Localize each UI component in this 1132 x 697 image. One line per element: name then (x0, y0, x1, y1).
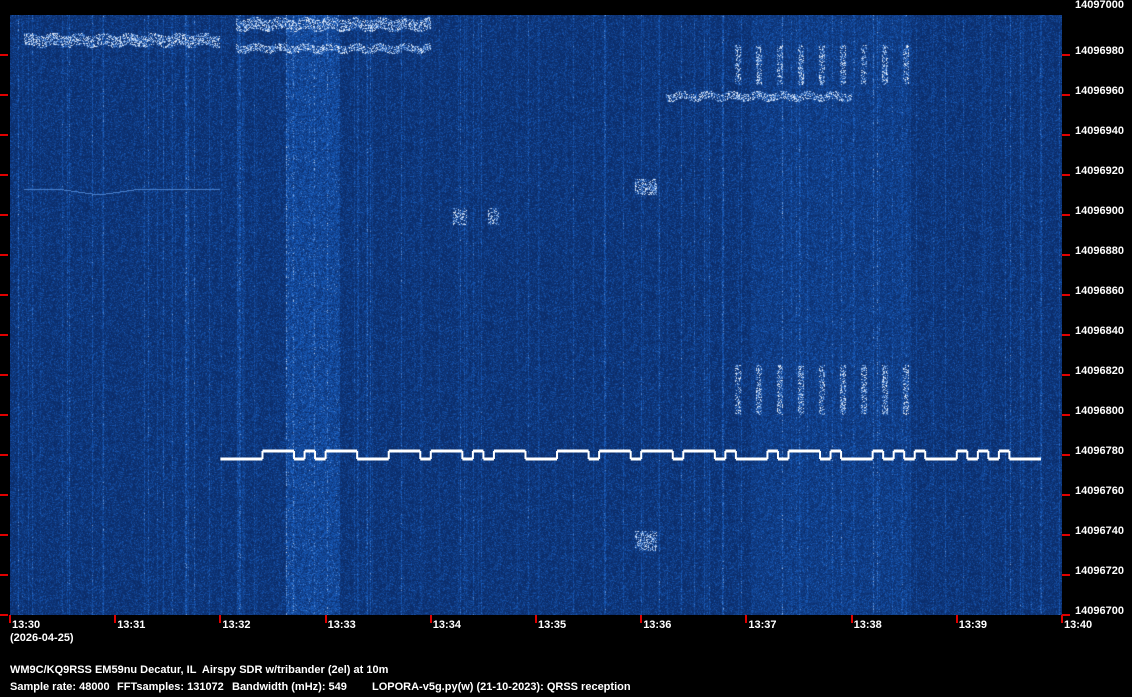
x-tick-mark (9, 615, 11, 623)
y-tick-mark (1062, 54, 1070, 56)
x-tick-label: 13:38 (853, 619, 882, 631)
y-tick-mark (1062, 254, 1070, 256)
x-tick-mark (850, 615, 853, 623)
x-tick-mark (429, 615, 432, 623)
y-tick-mark (1062, 294, 1070, 296)
x-tick-mark (114, 615, 117, 623)
x-tick-label: 13:30 (12, 619, 41, 631)
x-tick-label: 13:35 (538, 619, 567, 631)
bandwidth: Bandwidth (mHz): 549 (232, 681, 347, 693)
software-info: LOPORA-v5g.py(w) (21-10-2023): QRSS rece… (372, 681, 631, 693)
y-tick-label: 14096740 (1075, 525, 1124, 537)
x-tick-label: 13:33 (327, 619, 356, 631)
y-tick-label: 14096720 (1075, 565, 1124, 577)
y-tick-label: 14096700 (1075, 605, 1124, 617)
y-tick-mark (0, 614, 8, 616)
x-tick-label: 13:32 (222, 619, 251, 631)
y-tick-mark (1062, 534, 1070, 536)
x-tick-label: 13:31 (117, 619, 146, 631)
x-tick-label: 13:40 (1064, 619, 1093, 631)
x-tick-label: 13:37 (748, 619, 777, 631)
y-tick-mark (1062, 374, 1070, 376)
y-tick-mark (1062, 134, 1070, 136)
y-tick-mark (1062, 574, 1070, 576)
y-tick-label: 14096920 (1075, 165, 1124, 177)
waterfall-plot (10, 15, 1062, 615)
y-tick-mark (0, 254, 8, 256)
fsk-trace-layer (220, 449, 1041, 461)
y-tick-mark (0, 334, 8, 336)
y-tick-mark (0, 214, 8, 216)
y-tick-mark (1062, 494, 1070, 496)
y-tick-mark (0, 174, 8, 176)
x-tick-mark (640, 615, 643, 623)
y-tick-mark (0, 494, 8, 496)
sample-rate: Sample rate: 48000 (10, 681, 110, 693)
x-tick-mark (1061, 615, 1063, 623)
y-tick-mark (1062, 214, 1070, 216)
y-tick-mark (1062, 614, 1070, 616)
date-label: (2026-04-25) (10, 632, 74, 644)
y-tick-mark (1062, 174, 1070, 176)
y-tick-label: 14096840 (1075, 325, 1124, 337)
y-tick-label: 14096820 (1075, 365, 1124, 377)
y-tick-mark (1062, 454, 1070, 456)
y-tick-label: 14096900 (1075, 205, 1124, 217)
x-tick-label: 13:34 (432, 619, 461, 631)
y-tick-mark (0, 374, 8, 376)
x-tick-label: 13:39 (958, 619, 987, 631)
x-tick-label: 13:36 (643, 619, 672, 631)
y-tick-mark (0, 414, 8, 416)
x-tick-mark (745, 615, 748, 623)
y-tick-mark (1062, 414, 1070, 416)
fft-samples: FFTsamples: 131072 (117, 681, 224, 693)
x-tick-mark (955, 615, 958, 623)
y-tick-label: 14096780 (1075, 445, 1124, 457)
y-tick-label: 14096940 (1075, 125, 1124, 137)
y-tick-mark (0, 454, 8, 456)
y-tick-mark (1062, 94, 1070, 96)
y-tick-label: 14096980 (1075, 45, 1124, 57)
y-tick-label: 14097000 (1075, 0, 1124, 11)
y-tick-mark (0, 574, 8, 576)
x-tick-mark (324, 615, 327, 623)
y-tick-mark (1062, 334, 1070, 336)
x-tick-mark (219, 615, 222, 623)
y-tick-mark (0, 94, 8, 96)
y-tick-label: 14096860 (1075, 285, 1124, 297)
y-tick-mark (0, 534, 8, 536)
y-tick-mark (0, 54, 8, 56)
y-tick-label: 14096800 (1075, 405, 1124, 417)
y-tick-label: 14096880 (1075, 245, 1124, 257)
x-tick-mark (535, 615, 537, 623)
y-tick-mark (0, 294, 8, 296)
y-tick-label: 14096760 (1075, 485, 1124, 497)
station-info: WM9C/KQ9RSS EM59nu Decatur, IL Airspy SD… (10, 664, 389, 676)
y-tick-label: 14096960 (1075, 85, 1124, 97)
y-tick-mark (0, 134, 8, 136)
